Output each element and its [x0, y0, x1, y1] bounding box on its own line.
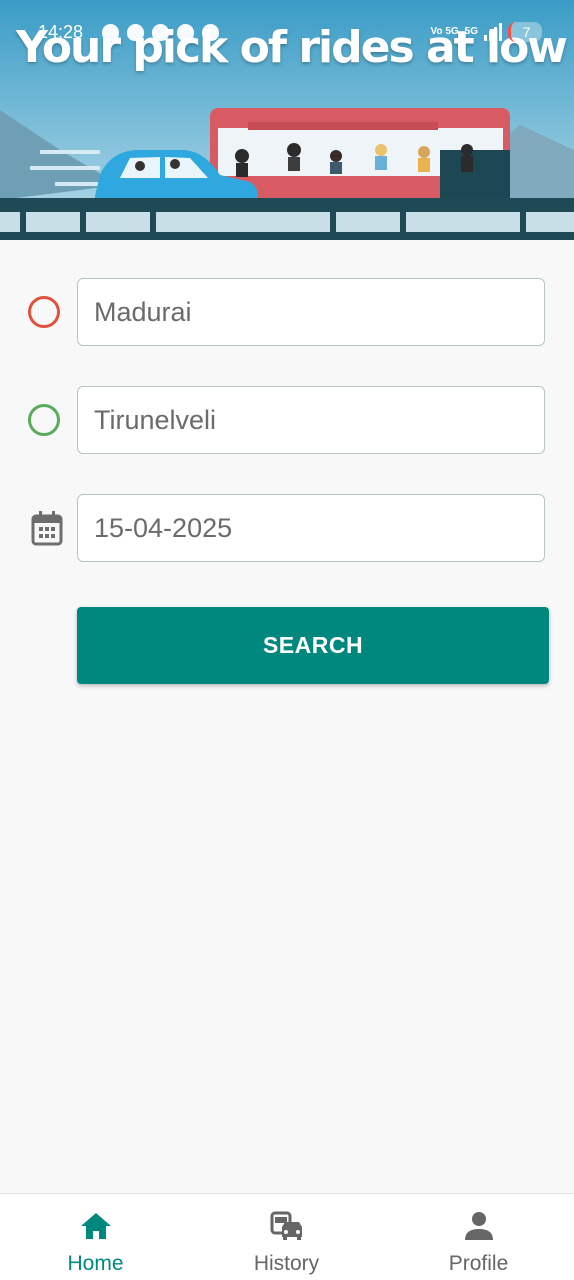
- notification-icons: [102, 24, 219, 41]
- notification-icon: [102, 24, 119, 41]
- date-row: 15-04-2025: [0, 494, 574, 564]
- notification-icon: [177, 24, 194, 41]
- status-indicators: Vo 5G 5G 7: [430, 22, 542, 42]
- network-type: 5G: [464, 26, 478, 37]
- nav-home[interactable]: Home: [0, 1194, 191, 1280]
- history-bus-car-icon: [270, 1210, 304, 1242]
- notification-icon: [202, 24, 219, 41]
- signal-icon: [484, 23, 502, 41]
- nav-profile-label: Profile: [448, 1252, 509, 1275]
- travel-date-input[interactable]: 15-04-2025: [77, 494, 545, 562]
- home-icon: [79, 1210, 113, 1242]
- person-icon: [462, 1210, 496, 1242]
- destination-marker-icon: [28, 404, 62, 438]
- volte-label: Vo 5G: [430, 26, 459, 37]
- nav-history[interactable]: History: [191, 1194, 382, 1280]
- to-city-input[interactable]: Tirunelveli: [77, 386, 545, 454]
- to-row: Tirunelveli: [0, 386, 574, 456]
- from-row: Madurai: [0, 278, 574, 348]
- app-screen: Your pick of rides at low prices 14:28 V…: [0, 0, 574, 1280]
- notification-icon: [152, 24, 169, 41]
- from-city-input[interactable]: Madurai: [77, 278, 545, 346]
- status-time: 14:28: [38, 22, 84, 42]
- origin-marker-icon: [28, 296, 62, 330]
- notification-icon: [127, 24, 144, 41]
- calendar-icon: [31, 510, 65, 546]
- search-button[interactable]: SEARCH: [77, 607, 549, 684]
- bottom-navigation: Home History Profile: [0, 1193, 574, 1280]
- status-bar: 14:28 Vo 5G 5G 7: [0, 0, 574, 44]
- battery-icon: 7: [508, 22, 542, 42]
- nav-profile[interactable]: Profile: [383, 1194, 574, 1280]
- promo-banner: Your pick of rides at low prices 14:28 V…: [0, 0, 574, 240]
- nav-home-label: Home: [67, 1252, 124, 1275]
- nav-history-label: History: [253, 1252, 320, 1275]
